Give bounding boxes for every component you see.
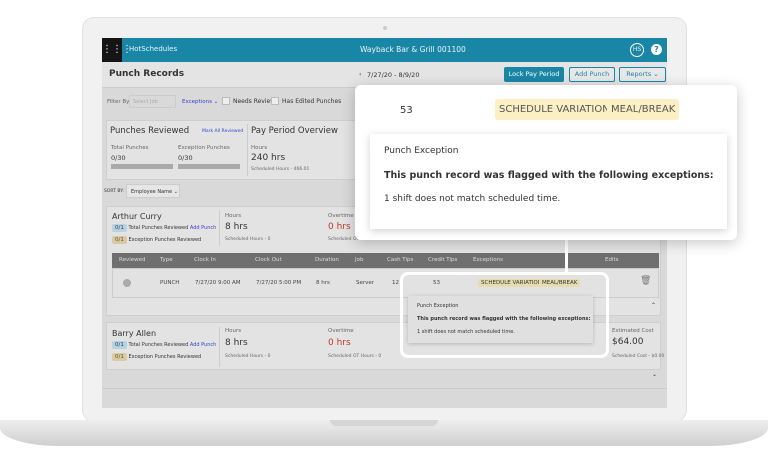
- expand-chevron-icon[interactable]: ⌄: [652, 371, 657, 378]
- exceptions-label: Exceptions: [182, 99, 212, 105]
- job: Server: [356, 280, 375, 286]
- overtime-value: 0 hrs: [328, 338, 351, 348]
- lock-pay-period-button[interactable]: Lock Pay Period: [504, 67, 564, 82]
- prev-period-icon[interactable]: ‹: [359, 71, 361, 78]
- scheduled-ot: Scheduled OT Hours - 0: [328, 354, 382, 359]
- filter-label: Filter By: [107, 99, 130, 105]
- popup-heading: This punch record was flagged with the f…: [384, 170, 714, 181]
- total-reviewed-label: Total Punches Reviewed: [128, 225, 189, 231]
- page-title: Punch Records: [109, 69, 185, 79]
- brand-logo[interactable]: HotSchedules: [129, 45, 177, 53]
- overview-scheduled: Scheduled Hours - 466.01: [251, 167, 310, 172]
- exception-tag-meal-break-zoomed[interactable]: MEAL/BREAK: [607, 99, 680, 120]
- overtime-label: Overtime: [328, 213, 354, 219]
- help-icon[interactable]: ?: [651, 44, 662, 55]
- divider: [219, 327, 220, 367]
- cash-tips: 12: [392, 280, 399, 286]
- popup-title: Punch Exception: [384, 146, 459, 156]
- total-punches-progress: [111, 164, 173, 169]
- sort-label: SORT BY:: [104, 189, 124, 194]
- divider: [247, 124, 248, 176]
- exception-reviewed-label: Exception Punches Reviewed: [128, 237, 202, 243]
- clock-out: 7/27/20 5:00 PM: [256, 280, 302, 286]
- col-type: Type: [160, 257, 173, 263]
- exception-popup: Punch Exception This punch record was fl…: [370, 134, 727, 229]
- col-duration: Duration: [315, 257, 339, 263]
- location-name: Wayback Bar & Grill 001100: [360, 45, 466, 54]
- exceptions-dropdown[interactable]: Exceptions ⌄: [182, 99, 218, 105]
- add-punch-link[interactable]: Add Punch: [190, 225, 216, 231]
- laptop-notch: [330, 420, 438, 426]
- col-cash-tips: Cash Tips: [387, 257, 414, 263]
- add-punch-link[interactable]: Add Punch: [190, 342, 216, 348]
- scheduled-hours: Scheduled Hours - 0: [225, 354, 271, 359]
- divider: [219, 210, 220, 246]
- col-clock-out: Clock Out: [255, 257, 282, 263]
- col-credit-tips: Credit Tips: [428, 257, 458, 263]
- highlight-frame: [400, 272, 609, 358]
- reports-label: Reports: [626, 70, 652, 78]
- magnified-callout: 53 SCHEDULE VARIATION MEAL/BREAK Punch E…: [355, 85, 737, 240]
- collapse-chevron-icon[interactable]: ⌃: [651, 302, 656, 309]
- exception-tag-schedule-variation-zoomed[interactable]: SCHEDULE VARIATION: [495, 99, 614, 120]
- summary-panel: Punches Reviewed Mark All Reviewed Total…: [106, 120, 356, 180]
- trash-icon[interactable]: 🗑: [640, 276, 651, 286]
- reports-button[interactable]: Reports ⌄: [619, 67, 666, 82]
- overview-hours-label: Hours: [251, 145, 268, 151]
- col-clock-in: Clock In: [194, 257, 216, 263]
- add-punch-button[interactable]: Add Punch: [569, 67, 615, 82]
- divider: [102, 388, 667, 389]
- overview-hours-value: 240 hrs: [251, 153, 286, 163]
- table-header: Reviewed Type Clock In Clock Out Duratio…: [112, 253, 659, 268]
- has-edited-label: Has Edited Punches: [282, 98, 342, 105]
- total-punches-label: Total Punches: [111, 145, 149, 151]
- scheduled-cost: Scheduled Cost - $0.00: [612, 354, 665, 359]
- hours-label: Hours: [225, 328, 242, 334]
- hours-label: Hours: [225, 213, 242, 219]
- apps-grid-icon[interactable]: ⋮⋮⋮: [102, 38, 132, 62]
- needs-review-label: Needs Review: [233, 98, 276, 105]
- col-exceptions: Exceptions: [473, 257, 503, 263]
- job-select[interactable]: Select Job: [129, 95, 176, 108]
- user-avatar[interactable]: HS: [630, 43, 644, 57]
- mark-all-reviewed-link[interactable]: Mark All Reviewed: [202, 129, 243, 134]
- hours-value: 8 hrs: [225, 338, 248, 348]
- punches-reviewed-title: Punches Reviewed: [110, 126, 190, 136]
- estimated-cost-value: $64.00: [612, 337, 644, 347]
- exception-reviewed-label: Exception Punches Reviewed: [128, 354, 202, 360]
- overtime-value: 0 hrs: [328, 222, 351, 232]
- exception-punches-progress: [178, 164, 240, 169]
- total-reviewed-chip: 0/1: [112, 224, 127, 232]
- col-reviewed: Reviewed: [119, 257, 146, 263]
- sort-value: Employee Name: [131, 189, 173, 195]
- col-job: Job: [355, 257, 364, 263]
- exception-punches-value: 0/30: [178, 154, 193, 162]
- reviewed-radio[interactable]: [123, 279, 131, 287]
- clock-in: 7/27/20 9:00 AM: [195, 280, 241, 286]
- total-reviewed-label: Total Punches Reviewed: [128, 342, 189, 348]
- needs-review-checkbox[interactable]: [222, 97, 230, 105]
- has-edited-checkbox[interactable]: [271, 97, 279, 105]
- exception-reviewed-chip: 0/1: [112, 353, 127, 361]
- type-link[interactable]: PUNCH: [160, 269, 179, 297]
- pay-period-overview-title: Pay Period Overview: [251, 126, 338, 136]
- total-punches-value: 0/30: [111, 154, 126, 162]
- scheduled-hours: Scheduled Hours - 0: [225, 237, 271, 242]
- col-edits: Edits: [605, 257, 619, 263]
- total-reviewed-chip: 0/1: [112, 341, 127, 349]
- exception-reviewed-chip: 0/1: [112, 236, 127, 244]
- overtime-label: Overtime: [328, 328, 354, 334]
- popup-detail: 1 shift does not match scheduled time.: [384, 194, 561, 204]
- credit-tips-zoomed: 53: [400, 105, 413, 116]
- duration: 8 hrs: [316, 280, 330, 286]
- date-range[interactable]: 7/27/20 - 8/9/20: [367, 71, 419, 79]
- camera: [383, 26, 387, 30]
- exception-punches-label: Exception Punches: [178, 145, 230, 151]
- top-bar: ⋮⋮⋮ HotSchedules Wayback Bar & Grill 001…: [102, 38, 667, 62]
- hours-value: 8 hrs: [225, 222, 248, 232]
- employee-name: Barry Allen: [112, 329, 157, 338]
- estimated-cost-label: Estimated Cost: [612, 328, 654, 334]
- employee-name: Arthur Curry: [112, 212, 162, 221]
- sort-select[interactable]: Employee Name ⌄: [126, 184, 180, 198]
